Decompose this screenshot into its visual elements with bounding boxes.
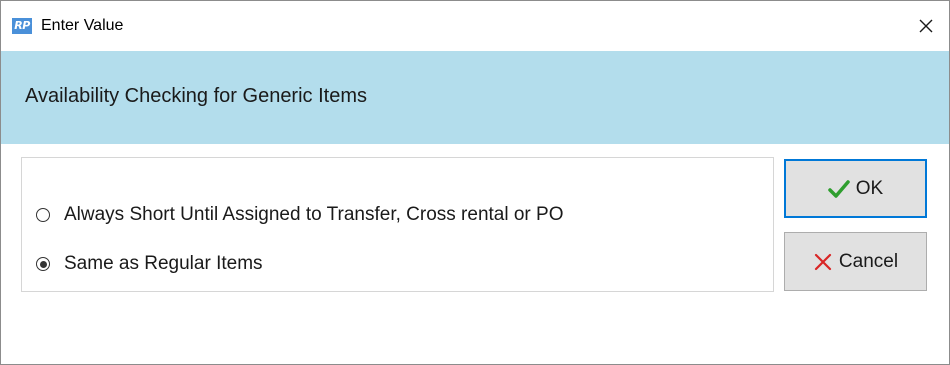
radio-button-unselected[interactable] [36, 208, 50, 222]
close-button[interactable] [903, 1, 949, 51]
app-logo-icon: RP [12, 18, 32, 34]
radio-button-selected[interactable] [36, 257, 50, 271]
option-label: Same as Regular Items [64, 253, 263, 274]
cancel-label: Cancel [838, 250, 899, 272]
window-title: Enter Value [41, 17, 124, 34]
checkmark-icon [828, 179, 850, 198]
options-panel: Always Short Until Assigned to Transfer,… [21, 157, 774, 292]
prompt-text: Availability Checking for Generic Items [25, 85, 367, 107]
ok-button[interactable]: OK [784, 159, 927, 218]
x-icon [814, 253, 832, 270]
dialog-window: RP Enter Value Availability Checking for… [0, 0, 950, 365]
option-label: Always Short Until Assigned to Transfer,… [64, 204, 564, 225]
prompt-header: Availability Checking for Generic Items [1, 51, 949, 144]
close-icon [919, 19, 933, 33]
option-same-as-regular[interactable]: Same as Regular Items [36, 253, 263, 275]
title-bar: RP Enter Value [1, 1, 949, 51]
cancel-button[interactable]: Cancel [784, 232, 927, 291]
ok-label: OK [855, 177, 884, 199]
option-always-short[interactable]: Always Short Until Assigned to Transfer,… [36, 204, 563, 226]
